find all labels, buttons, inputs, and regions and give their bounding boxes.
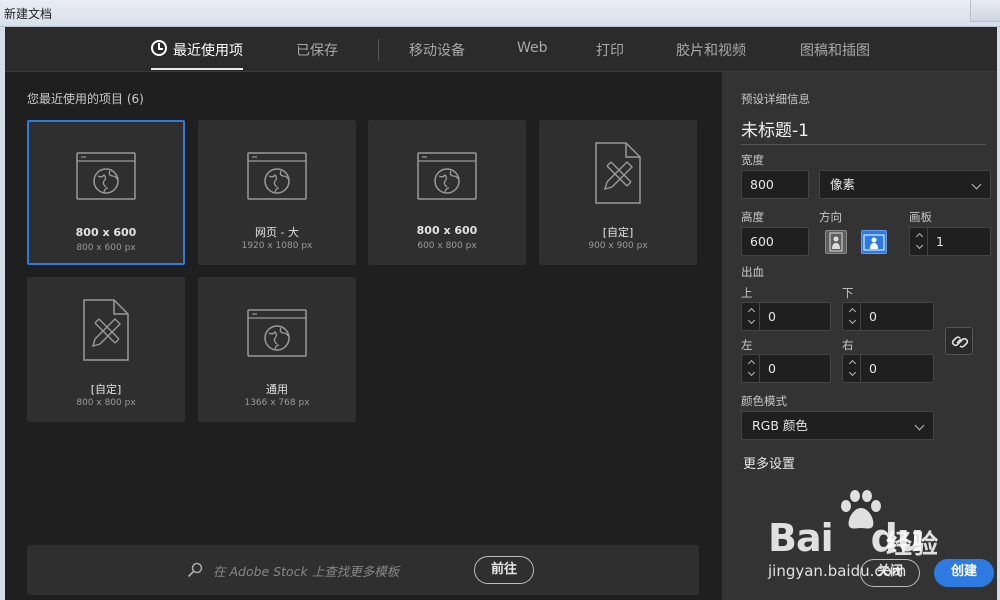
web-globe-icon (247, 152, 307, 200)
preset-card[interactable]: 800 x 600 600 x 800 px (368, 120, 526, 265)
color-mode-select[interactable]: RGB 颜色 (741, 411, 934, 440)
artboard-value: 1 (936, 234, 944, 249)
bleed-bottom-label: 下 (842, 286, 854, 300)
web-globe-icon (417, 152, 477, 200)
document-pencil-icon (83, 299, 129, 361)
bleed-left-value: 0 (768, 361, 776, 376)
bleed-left-stepper[interactable]: 0 (741, 354, 831, 383)
search-icon (187, 562, 203, 578)
recent-heading: 您最近使用的项目 (6) (27, 90, 144, 107)
create-button[interactable]: 创建 (934, 559, 994, 587)
preset-name: 800 x 600 (75, 226, 137, 239)
tab-print[interactable]: 打印 (596, 40, 624, 60)
stepper-arrows-icon[interactable] (845, 355, 861, 382)
recent-count: (6) (126, 92, 144, 106)
preset-card[interactable]: [自定] 800 x 800 px (27, 277, 185, 422)
bleed-right-value: 0 (869, 361, 877, 376)
preset-name: 通用 (266, 383, 288, 396)
tab-divider (378, 39, 379, 61)
window-title: 新建文档 (4, 7, 53, 21)
tab-recent[interactable]: 最近使用项 (151, 40, 243, 70)
tab-saved[interactable]: 已保存 (296, 40, 338, 60)
preset-card[interactable]: [自定] 900 x 900 px (539, 120, 697, 265)
preset-details-panel: 预设详细信息 未标题-1 宽度 800 像素 高度 600 方向 画板 1 出血… (722, 72, 997, 600)
preset-size: 800 x 800 px (76, 398, 136, 408)
width-label: 宽度 (741, 153, 764, 167)
landscape-orientation-button[interactable] (861, 230, 887, 254)
category-tabs: 最近使用项 已保存 移动设备 Web 打印 胶片和视频 图稿和插图 (5, 27, 997, 72)
close-button[interactable]: 关闭 (860, 559, 920, 587)
stepper-arrows-icon[interactable] (845, 303, 861, 330)
stepper-arrows-icon[interactable] (744, 303, 760, 330)
height-input[interactable]: 600 (741, 227, 809, 256)
stock-search-input[interactable]: 在 Adobe Stock 上查找更多模板 (213, 561, 399, 580)
window-titlebar: 新建文档 (0, 0, 1000, 27)
recent-title: 您最近使用的项目 (27, 92, 124, 106)
preset-card[interactable]: 通用 1366 x 768 px (198, 277, 356, 422)
stock-search-bar: 在 Adobe Stock 上查找更多模板 前往 (27, 545, 699, 595)
preset-card[interactable]: 800 x 600 800 x 600 px (27, 120, 185, 265)
artboard-stepper[interactable]: 1 (909, 227, 991, 256)
artboard-label: 画板 (909, 210, 932, 224)
document-pencil-icon (595, 142, 641, 204)
more-settings-link[interactable]: 更多设置 (743, 453, 795, 472)
bleed-left-label: 左 (741, 338, 753, 352)
link-bleed-button[interactable] (945, 327, 973, 355)
preset-size: 1920 x 1080 px (241, 241, 313, 251)
chevron-down-icon (914, 420, 925, 431)
portrait-orientation-button[interactable] (825, 230, 847, 254)
chevron-down-icon (971, 179, 982, 190)
preset-card[interactable]: 网页 - 大 1920 x 1080 px (198, 120, 356, 265)
bleed-top-stepper[interactable]: 0 (741, 302, 831, 331)
preset-size: 600 x 800 px (417, 241, 477, 251)
bleed-right-stepper[interactable]: 0 (842, 354, 934, 383)
orientation-label: 方向 (819, 210, 842, 224)
recent-panel: 您最近使用的项目 (6) 800 x 600 800 x 600 px 网页 -… (5, 72, 722, 600)
bleed-top-label: 上 (741, 286, 753, 300)
color-mode-label: 颜色模式 (741, 394, 787, 408)
bleed-top-value: 0 (768, 309, 776, 324)
unit-select-value: 像素 (830, 177, 856, 192)
clock-icon (151, 40, 167, 56)
window-close-button[interactable] (970, 0, 1000, 22)
bleed-bottom-value: 0 (869, 309, 877, 324)
bleed-right-label: 右 (842, 338, 854, 352)
landscape-person-icon (863, 234, 885, 251)
link-chain-icon (951, 336, 969, 348)
tab-recent-label: 最近使用项 (173, 43, 243, 59)
stepper-arrows-icon[interactable] (744, 355, 760, 382)
stepper-arrows-icon[interactable] (912, 228, 928, 255)
tab-film-video[interactable]: 胶片和视频 (676, 40, 746, 60)
web-globe-icon (247, 309, 307, 357)
color-mode-value: RGB 颜色 (752, 418, 808, 433)
bleed-bottom-stepper[interactable]: 0 (842, 302, 934, 331)
web-globe-icon (76, 152, 136, 200)
preset-name: [自定] (602, 226, 634, 239)
preset-name: 800 x 600 (416, 224, 478, 237)
preset-size: 1366 x 768 px (244, 398, 310, 408)
bleed-label: 出血 (741, 265, 764, 279)
portrait-person-icon (829, 232, 843, 252)
tab-art-illustration[interactable]: 图稿和插图 (800, 40, 870, 60)
width-input[interactable]: 800 (741, 170, 809, 199)
go-button[interactable]: 前往 (474, 556, 534, 584)
preset-size: 800 x 600 px (76, 243, 136, 253)
unit-select[interactable]: 像素 (819, 170, 991, 199)
preset-size: 900 x 900 px (588, 241, 648, 251)
preset-details-title: 预设详细信息 (741, 92, 810, 106)
tab-mobile[interactable]: 移动设备 (409, 40, 465, 60)
height-label: 高度 (741, 210, 764, 224)
preset-name: 网页 - 大 (255, 226, 299, 239)
preset-name: [自定] (90, 383, 122, 396)
tab-web[interactable]: Web (517, 40, 548, 56)
document-name-field[interactable]: 未标题-1 (741, 116, 986, 145)
